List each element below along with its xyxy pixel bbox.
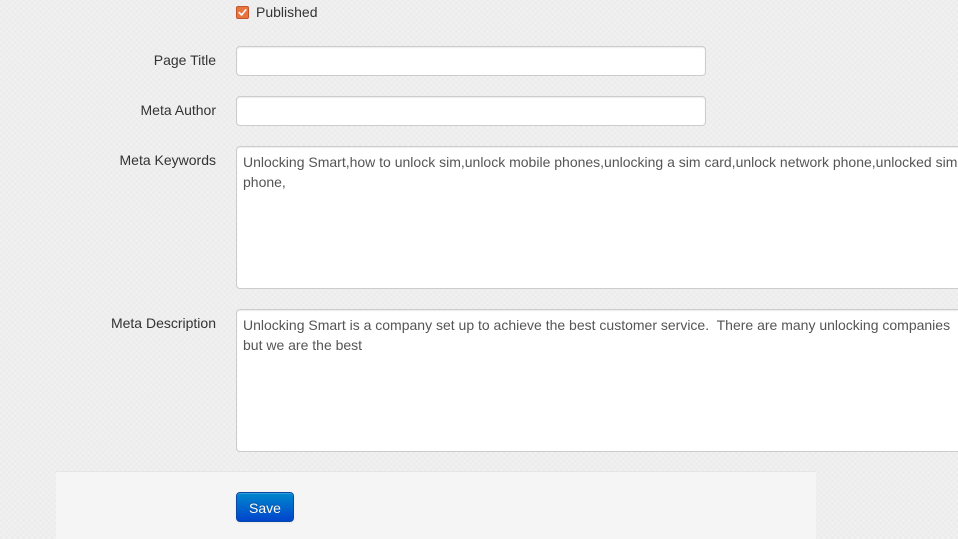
published-label: Published	[256, 4, 318, 20]
page-title-label: Page Title	[153, 52, 216, 68]
published-checkbox[interactable]	[236, 6, 249, 19]
save-button[interactable]: Save	[236, 492, 294, 522]
meta-author-input[interactable]	[236, 96, 706, 126]
published-checkbox-row[interactable]: Published	[236, 2, 318, 22]
meta-author-label: Meta Author	[140, 102, 217, 118]
meta-description-label: Meta Description	[110, 315, 216, 331]
page-settings-form: Published Page Title Meta Author Meta Ke…	[0, 0, 958, 539]
meta-description-textarea[interactable]: Unlocking Smart is a company set up to a…	[236, 309, 958, 452]
checkmark-icon	[238, 9, 247, 16]
meta-keywords-label: Meta Keywords	[119, 152, 216, 168]
page-title-input[interactable]	[236, 46, 706, 76]
meta-keywords-textarea[interactable]: Unlocking Smart,how to unlock sim,unlock…	[236, 146, 958, 289]
form-actions: Save	[56, 471, 816, 539]
